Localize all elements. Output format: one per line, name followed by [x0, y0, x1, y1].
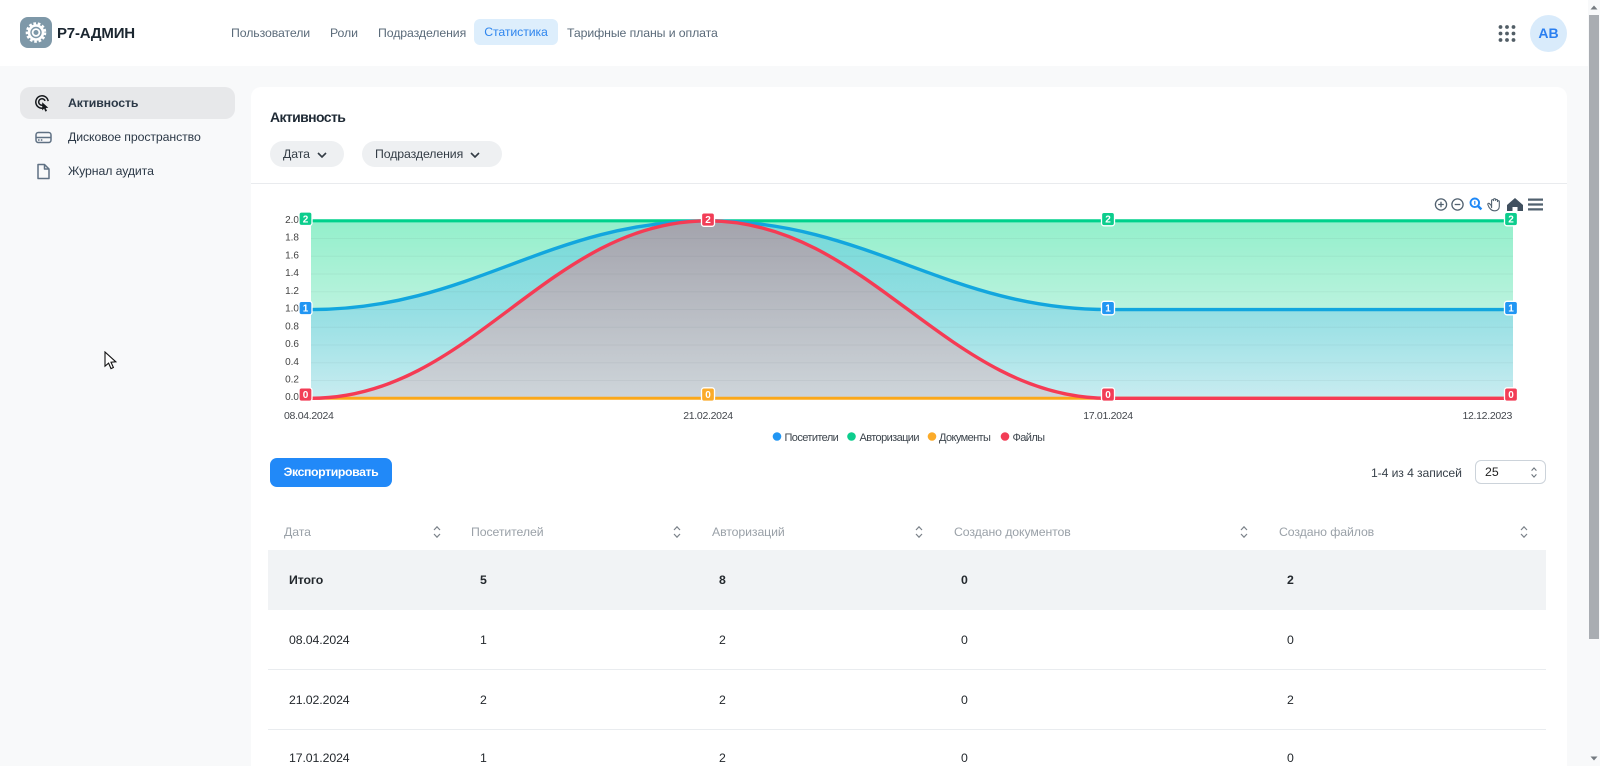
- svg-text:0.2: 0.2: [285, 375, 299, 386]
- svg-text:0: 0: [303, 390, 309, 401]
- svg-text:1.4: 1.4: [285, 268, 299, 279]
- svg-text:0: 0: [705, 390, 711, 401]
- svg-text:0: 0: [1105, 390, 1111, 401]
- svg-text:08.04.2024: 08.04.2024: [284, 410, 334, 422]
- svg-text:1.6: 1.6: [285, 250, 299, 261]
- svg-text:0.0: 0.0: [285, 392, 299, 403]
- svg-text:1.2: 1.2: [285, 286, 299, 297]
- svg-text:0.4: 0.4: [285, 357, 299, 368]
- svg-text:1.0: 1.0: [285, 304, 299, 315]
- svg-text:2: 2: [705, 215, 711, 226]
- svg-text:2: 2: [303, 214, 309, 225]
- svg-text:0.8: 0.8: [285, 321, 299, 332]
- svg-text:17.01.2024: 17.01.2024: [1083, 410, 1133, 422]
- svg-text:1.8: 1.8: [285, 233, 299, 244]
- svg-text:0: 0: [1508, 390, 1514, 401]
- svg-text:2: 2: [1508, 215, 1514, 226]
- svg-text:0.6: 0.6: [285, 339, 299, 350]
- svg-text:12.12.2023: 12.12.2023: [1462, 410, 1512, 422]
- svg-text:1: 1: [1105, 304, 1111, 315]
- svg-text:Документы: Документы: [939, 432, 991, 444]
- svg-text:1: 1: [303, 304, 309, 315]
- svg-text:1: 1: [1508, 304, 1514, 315]
- svg-text:2.0: 2.0: [285, 215, 299, 226]
- svg-text:2: 2: [1105, 215, 1111, 226]
- svg-text:Авторизации: Авторизации: [860, 432, 920, 444]
- svg-text:Файлы: Файлы: [1013, 432, 1046, 444]
- svg-text:21.02.2024: 21.02.2024: [683, 410, 733, 422]
- svg-text:Посетители: Посетители: [785, 432, 839, 444]
